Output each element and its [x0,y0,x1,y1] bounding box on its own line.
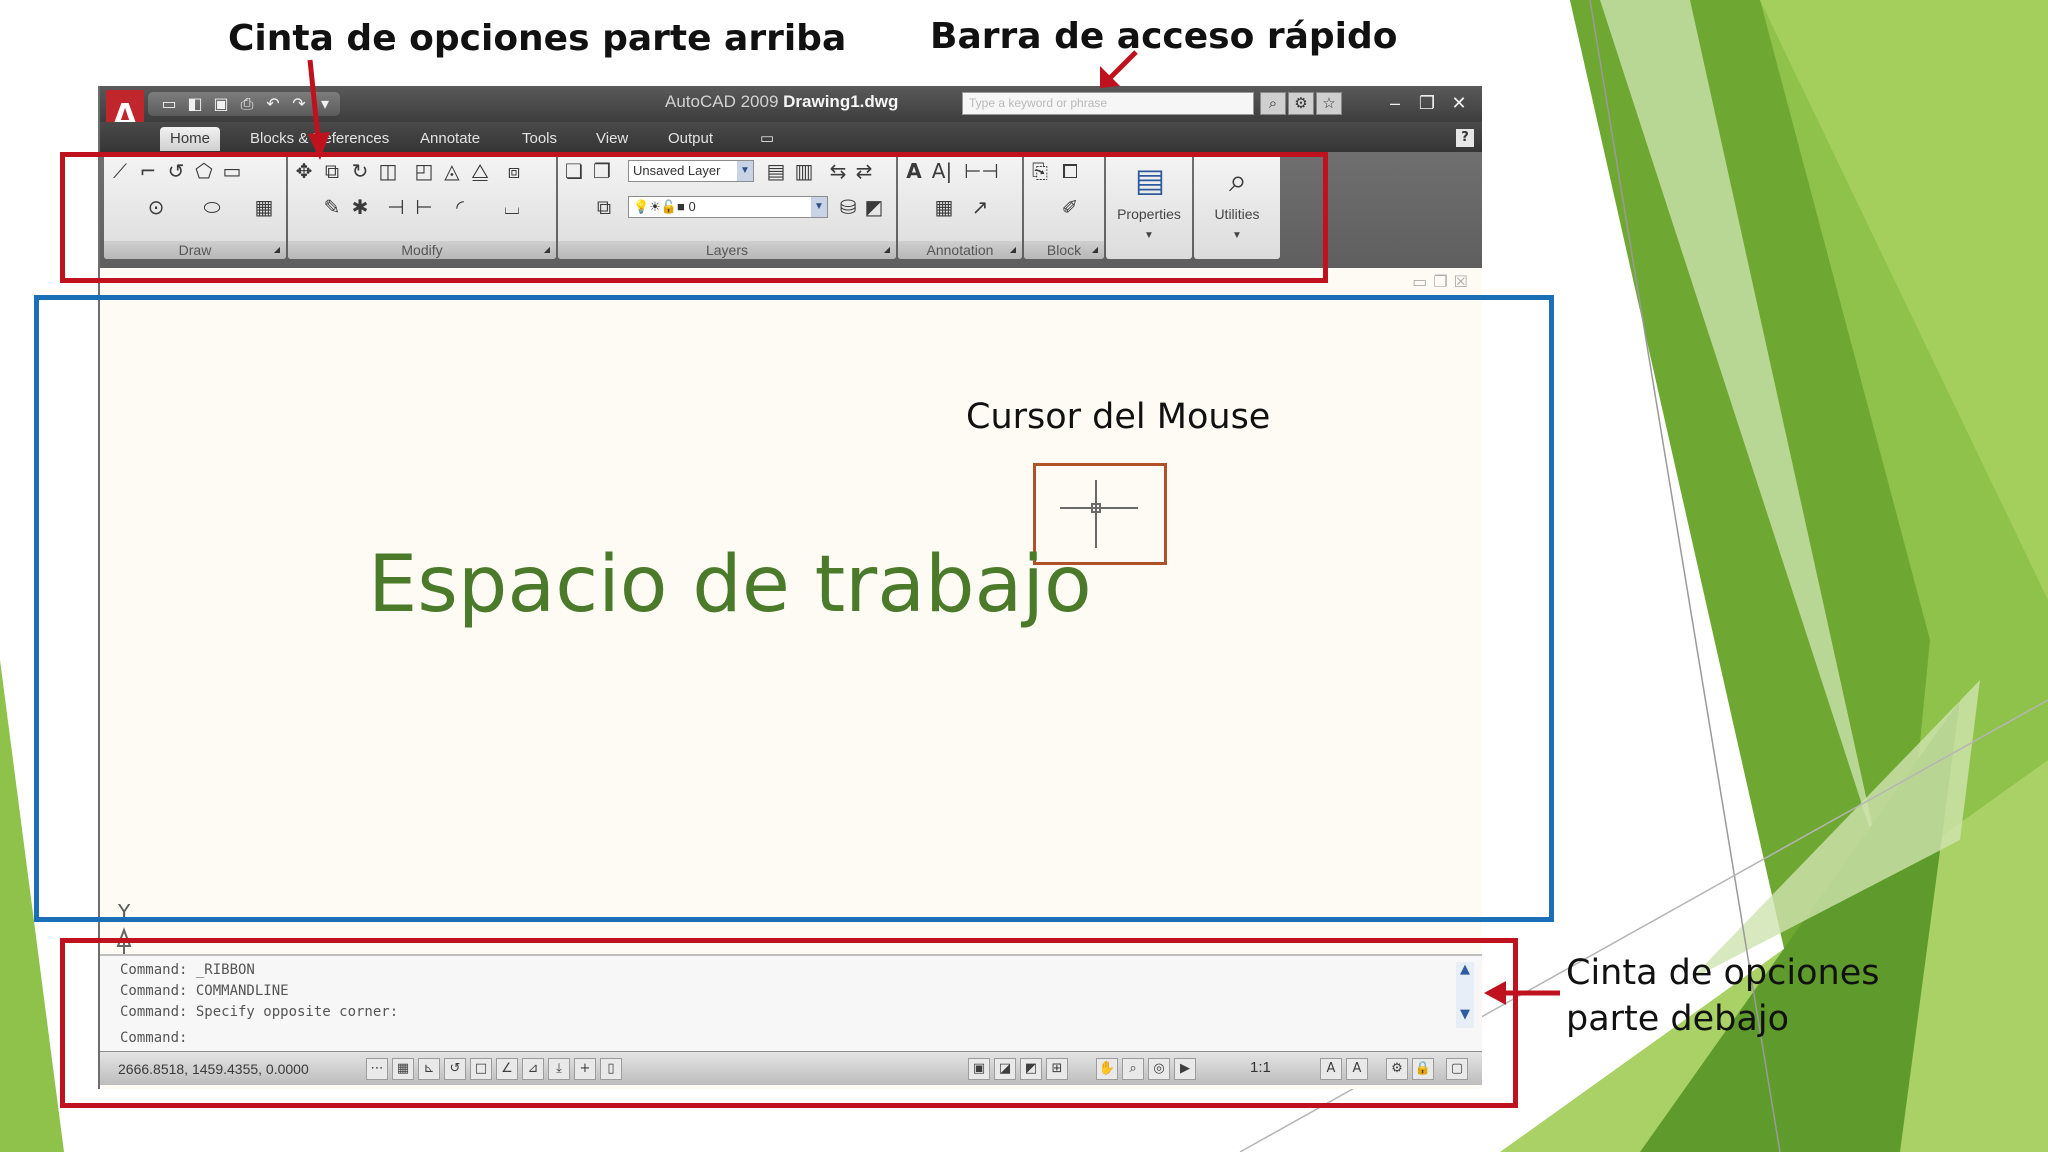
label-ribbon-top: Cinta de opciones parte arriba [228,18,847,59]
workspace-label: Espacio de trabajo [368,540,1092,630]
title-bar: ▭ ◧ ▣ ⎙ ↶ ↷ ▾ AutoCAD 2009 Drawing1.dwg … [100,86,1482,122]
new-file-icon[interactable]: ▭ [158,95,180,113]
redo-icon[interactable]: ↷ [288,95,310,113]
tab-home[interactable]: Home [160,127,221,151]
undo-icon[interactable]: ↶ [262,95,284,113]
search-input[interactable]: Type a keyword or phrase [962,92,1254,115]
tab-output[interactable]: Output [658,127,723,151]
cursor-label: Cursor del Mouse [966,397,1271,437]
label-ribbon-bottom-line1: Cinta de opciones [1566,953,1880,993]
ribbon-bottom-highlight [60,938,1518,1108]
open-file-icon[interactable]: ◧ [184,95,206,113]
ribbon-tabbar: Home Blocks & References Annotate Tools … [100,122,1482,152]
file-name: Drawing1.dwg [783,92,899,111]
tab-annotate[interactable]: Annotate [410,127,490,151]
favorites-icon[interactable]: ☆ [1316,92,1342,115]
save-icon[interactable]: ▣ [210,95,232,113]
app-name: AutoCAD 2009 [665,92,779,111]
help-button[interactable]: ? [1456,129,1474,147]
subscription-icon[interactable]: ⚙ [1288,92,1314,115]
label-quick-access-bar: Barra de acceso rápido [930,16,1398,57]
ribbon-minimize-icon[interactable]: ▭ [750,127,784,151]
minimize-icon[interactable]: – [1382,90,1408,116]
qat-dropdown-icon[interactable]: ▾ [314,95,336,113]
tab-tools[interactable]: Tools [512,127,567,151]
ribbon-top-highlight [60,152,1328,283]
close-icon[interactable]: ✕ [1446,90,1472,116]
label-ribbon-bottom-line2: parte debajo [1566,999,1789,1039]
crosshair-cursor-icon [1060,480,1138,548]
print-icon[interactable]: ⎙ [236,95,258,113]
restore-icon[interactable]: ❐ [1414,90,1440,116]
viewport-minimize-icon[interactable]: ▭ [1412,272,1427,291]
viewport-restore-icon[interactable]: ❐ [1433,272,1447,291]
viewport-controls: ▭ ❐ ☒ [1412,272,1468,291]
tab-view[interactable]: View [586,127,638,151]
viewport-close-icon[interactable]: ☒ [1454,272,1468,291]
search-icon[interactable]: ⌕ [1260,92,1286,115]
quick-access-toolbar: ▭ ◧ ▣ ⎙ ↶ ↷ ▾ [148,92,340,116]
window-title: AutoCAD 2009 Drawing1.dwg [665,92,898,112]
tab-blocks-references[interactable]: Blocks & References [240,127,399,151]
